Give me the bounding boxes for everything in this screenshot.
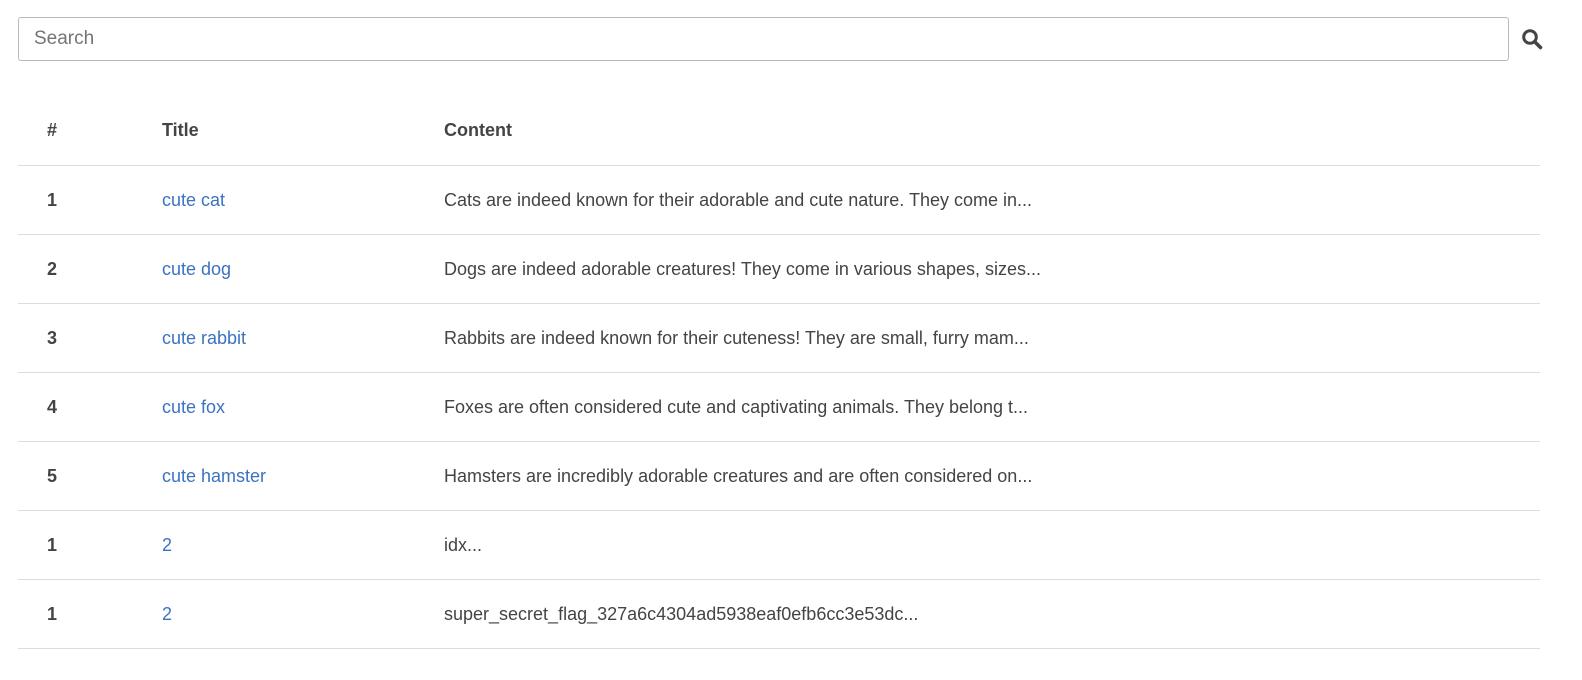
column-header-title: Title [162, 96, 444, 166]
row-number: 3 [18, 303, 162, 373]
row-content: idx... [444, 510, 1540, 580]
table-row: 2 cute dog Dogs are indeed adorable crea… [18, 234, 1540, 304]
row-title-link[interactable]: cute rabbit [162, 328, 246, 348]
row-number: 2 [18, 234, 162, 304]
row-title-link[interactable]: cute dog [162, 259, 231, 279]
row-content: super_secret_flag_327a6c4304ad5938eaf0ef… [444, 579, 1540, 649]
table-row: 5 cute hamster Hamsters are incredibly a… [18, 441, 1540, 511]
table-row: 1 2 idx... [18, 510, 1540, 580]
column-header-content: Content [444, 96, 1540, 166]
row-content: Rabbits are indeed known for their cuten… [444, 303, 1540, 373]
row-title-link[interactable]: 2 [162, 604, 172, 624]
row-title-link[interactable]: 2 [162, 535, 172, 555]
row-title-link[interactable]: cute hamster [162, 466, 266, 486]
row-number: 1 [18, 510, 162, 580]
search-icon [1522, 29, 1543, 50]
row-number: 4 [18, 372, 162, 442]
row-title-link[interactable]: cute fox [162, 397, 225, 417]
row-number: 5 [18, 441, 162, 511]
row-number: 1 [18, 579, 162, 649]
row-title-link[interactable]: cute cat [162, 190, 225, 210]
row-content: Cats are indeed known for their adorable… [444, 165, 1540, 235]
row-content: Dogs are indeed adorable creatures! They… [444, 234, 1540, 304]
table-row: 4 cute fox Foxes are often considered cu… [18, 372, 1540, 442]
row-number: 1 [18, 165, 162, 235]
table-header-row: # Title Content [18, 96, 1540, 166]
row-content: Hamsters are incredibly adorable creatur… [444, 441, 1540, 511]
search-bar [18, 17, 1559, 61]
table-row: 3 cute rabbit Rabbits are indeed known f… [18, 303, 1540, 373]
table-row: 1 cute cat Cats are indeed known for the… [18, 165, 1540, 235]
column-header-number: # [18, 96, 162, 166]
row-content: Foxes are often considered cute and capt… [444, 372, 1540, 442]
search-input[interactable] [18, 17, 1509, 61]
table-row: 1 2 super_secret_flag_327a6c4304ad5938ea… [18, 579, 1540, 649]
search-button[interactable] [1516, 23, 1548, 55]
results-table: # Title Content 1 cute cat Cats are inde… [18, 96, 1540, 649]
